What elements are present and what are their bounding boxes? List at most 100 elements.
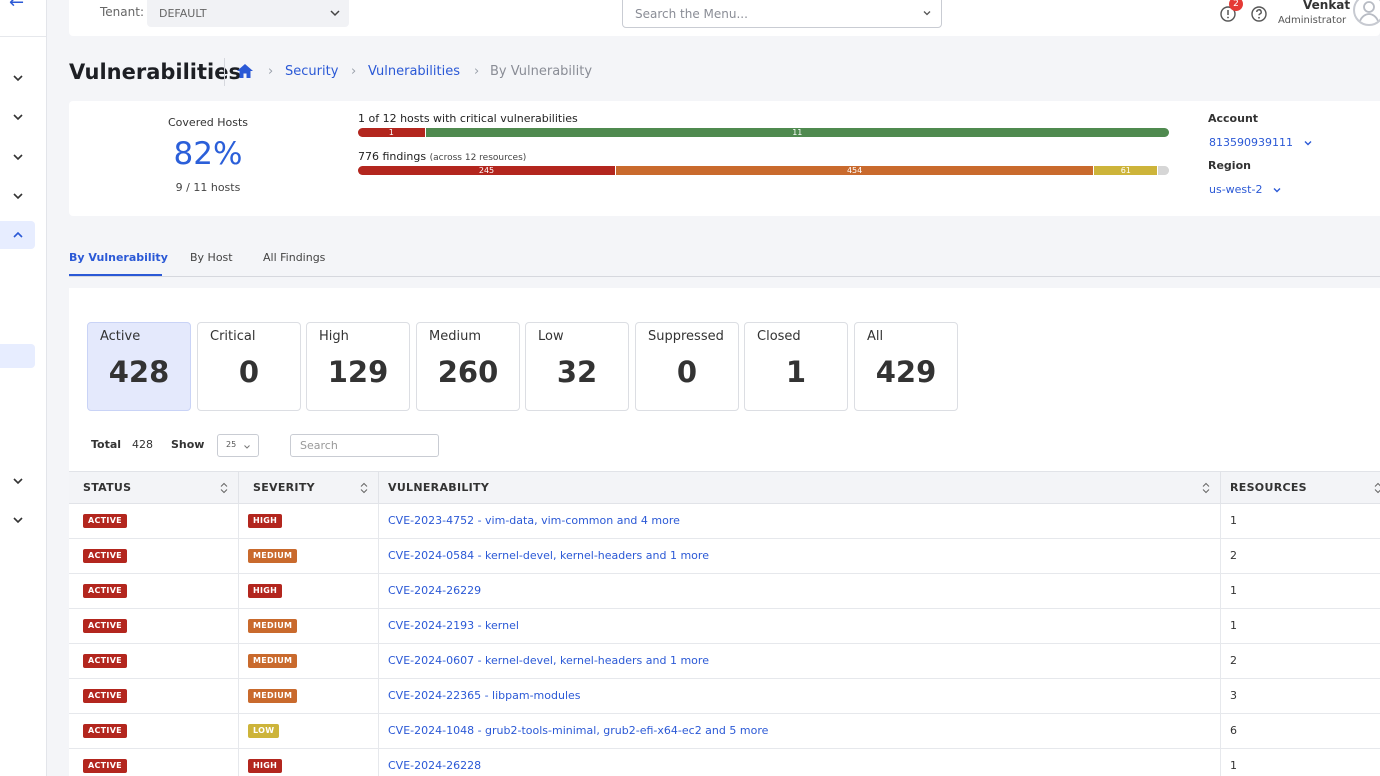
- column-header-status[interactable]: STATUS: [69, 472, 239, 503]
- show-label: Show: [171, 438, 205, 451]
- column-header-vulnerability[interactable]: VULNERABILITY: [379, 472, 1221, 503]
- resources-count: 6: [1230, 724, 1237, 737]
- stat-value: 428: [108, 355, 170, 389]
- menu-search-select[interactable]: Search the Menu...: [622, 0, 942, 28]
- stat-label: Suppressed: [648, 329, 724, 344]
- status-badge: ACTIVE: [83, 514, 127, 528]
- chevron-down-icon: [1273, 188, 1281, 193]
- column-header-severity[interactable]: SEVERITY: [239, 472, 379, 503]
- vulnerability-link[interactable]: CVE-2024-1048 - grub2-tools-minimal, gru…: [388, 724, 768, 737]
- stat-card-critical[interactable]: Critical 0: [197, 322, 301, 411]
- stat-card-all[interactable]: All 429: [854, 322, 958, 411]
- hosts-bar-title: 1 of 12 hosts with critical vulnerabilit…: [358, 112, 578, 125]
- alert-count-badge: 2: [1229, 0, 1243, 11]
- avatar[interactable]: [1353, 0, 1380, 26]
- table-row[interactable]: ACTIVE MEDIUM CVE-2024-0584 - kernel-devel…: [69, 539, 1380, 574]
- chevron-down-icon[interactable]: [11, 150, 25, 164]
- tabs-divider: [69, 276, 1380, 277]
- sidebar-subitem-vulnerabilities[interactable]: [0, 344, 35, 368]
- chevron-down-icon[interactable]: [11, 474, 25, 488]
- sort-icon[interactable]: [1202, 482, 1210, 494]
- vulnerability-cell: CVE-2024-26229: [379, 574, 1221, 608]
- findings-panel: Active 428 Critical 0 High 129 Medium 26…: [69, 288, 1380, 776]
- breadcrumb-vulnerabilities[interactable]: Vulnerabilities: [368, 64, 460, 79]
- home-icon[interactable]: [236, 63, 254, 79]
- chevron-down-icon[interactable]: [11, 110, 25, 124]
- status-badge: ACTIVE: [83, 724, 127, 738]
- table-row[interactable]: ACTIVE HIGH CVE-2024-26228 1: [69, 749, 1380, 776]
- stat-card-medium[interactable]: Medium 260: [416, 322, 520, 411]
- help-icon[interactable]: [1250, 5, 1268, 23]
- chevron-down-icon[interactable]: [11, 189, 25, 203]
- tab-by-host[interactable]: By Host: [190, 251, 233, 264]
- sort-icon[interactable]: [220, 482, 228, 494]
- table-body: ACTIVE HIGH CVE-2023-4752 - vim-data, vim-…: [69, 504, 1380, 776]
- stat-label: Critical: [210, 329, 256, 344]
- vulnerability-link[interactable]: CVE-2023-4752 - vim-data, vim-common and…: [388, 514, 680, 527]
- findings-bar-segment: [1158, 166, 1169, 175]
- breadcrumb-security[interactable]: Security: [285, 64, 338, 79]
- region-select[interactable]: us-west-2: [1209, 183, 1282, 196]
- vulnerability-link[interactable]: CVE-2024-22365 - libpam-modules: [388, 689, 581, 702]
- breadcrumb-separator: ›: [474, 64, 480, 79]
- breadcrumb-separator: ›: [351, 64, 357, 79]
- table-row[interactable]: ACTIVE HIGH CVE-2023-4752 - vim-data, vim-…: [69, 504, 1380, 539]
- page-size-select[interactable]: 25: [217, 434, 259, 457]
- severity-cell: HIGH: [239, 504, 379, 538]
- sort-icon[interactable]: [360, 482, 368, 494]
- sort-icon[interactable]: [1374, 482, 1380, 494]
- stat-label: Low: [538, 329, 564, 344]
- findings-count: 776 findings: [358, 150, 427, 163]
- arrow-left-icon[interactable]: ←: [9, 0, 24, 12]
- table-row[interactable]: ACTIVE MEDIUM CVE-2024-22365 - libpam-modu…: [69, 679, 1380, 714]
- search-input[interactable]: [290, 434, 439, 457]
- user-role: Administrator: [1278, 15, 1347, 26]
- top-bar: Tenant: DEFAULT Search the Menu... 2 Ven…: [69, 0, 1380, 36]
- tenant-label: Tenant:: [100, 5, 144, 19]
- severity-badge: HIGH: [248, 759, 283, 773]
- stat-card-closed[interactable]: Closed 1: [744, 322, 848, 411]
- table-row[interactable]: ACTIVE HIGH CVE-2024-26229 1: [69, 574, 1380, 609]
- table-row[interactable]: ACTIVE MEDIUM CVE-2024-0607 - kernel-devel…: [69, 644, 1380, 679]
- findings-bar-title: 776 findings (across 12 resources): [358, 150, 526, 163]
- severity-cell: MEDIUM: [239, 644, 379, 678]
- resources-cell: 2: [1221, 644, 1380, 678]
- table-row[interactable]: ACTIVE MEDIUM CVE-2024-2193 - kernel 1: [69, 609, 1380, 644]
- stat-value: 1: [785, 355, 807, 389]
- stat-card-high[interactable]: High 129: [306, 322, 410, 411]
- breadcrumb-separator: ›: [268, 64, 274, 79]
- column-title: SEVERITY: [253, 481, 315, 494]
- stat-label: High: [319, 329, 349, 344]
- vulnerability-link[interactable]: CVE-2024-0584 - kernel-devel, kernel-hea…: [388, 549, 709, 562]
- tab-all-findings[interactable]: All Findings: [263, 251, 325, 264]
- vulnerability-cell: CVE-2024-0584 - kernel-devel, kernel-hea…: [379, 539, 1221, 573]
- account-select[interactable]: 813590939111: [1209, 136, 1313, 149]
- stat-card-active[interactable]: Active 428: [87, 322, 191, 411]
- chevron-up-icon[interactable]: [11, 228, 25, 242]
- severity-cell: LOW: [239, 714, 379, 748]
- resources-count: 3: [1230, 689, 1237, 702]
- tenant-select[interactable]: DEFAULT: [147, 0, 349, 27]
- chevron-down-icon[interactable]: [11, 71, 25, 85]
- table-row[interactable]: ACTIVE LOW CVE-2024-1048 - grub2-tools-min…: [69, 714, 1380, 749]
- severity-badge: HIGH: [248, 514, 283, 528]
- severity-badge: MEDIUM: [248, 619, 298, 633]
- tab-by-vulnerability[interactable]: By Vulnerability: [69, 251, 168, 264]
- summary-card: Covered Hosts 82% 9 / 11 hosts 1 of 12 h…: [69, 101, 1380, 216]
- severity-cell: HIGH: [239, 749, 379, 776]
- status-cell: ACTIVE: [69, 539, 239, 573]
- severity-cell: MEDIUM: [239, 679, 379, 713]
- vulnerabilities-table: STATUS SEVERITY VULNERABILITY RESOURCES …: [69, 471, 1380, 776]
- vulnerability-cell: CVE-2023-4752 - vim-data, vim-common and…: [379, 504, 1221, 538]
- status-badge: ACTIVE: [83, 689, 127, 703]
- vulnerability-link[interactable]: CVE-2024-0607 - kernel-devel, kernel-hea…: [388, 654, 709, 667]
- account-label: Account: [1208, 112, 1259, 125]
- sidebar-item-security[interactable]: [0, 221, 35, 249]
- stat-card-suppressed[interactable]: Suppressed 0: [635, 322, 739, 411]
- chevron-down-icon[interactable]: [11, 513, 25, 527]
- stat-card-low[interactable]: Low 32: [525, 322, 629, 411]
- vulnerability-link[interactable]: CVE-2024-26229: [388, 584, 481, 597]
- column-header-resources[interactable]: RESOURCES: [1221, 472, 1380, 503]
- vulnerability-link[interactable]: CVE-2024-26228: [388, 759, 481, 772]
- vulnerability-link[interactable]: CVE-2024-2193 - kernel: [388, 619, 519, 632]
